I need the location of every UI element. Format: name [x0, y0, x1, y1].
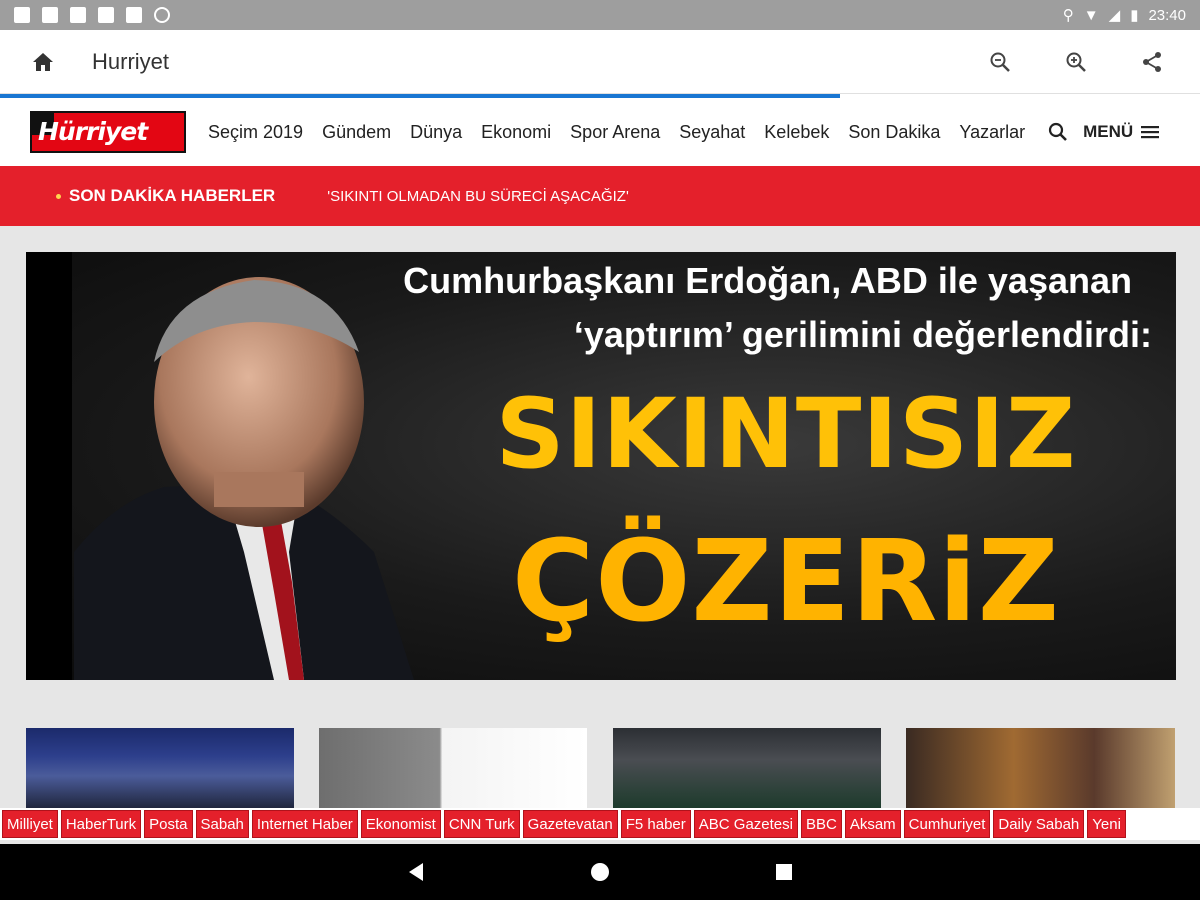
status-bar: ⚲ ▼ ◢ ▮ 23:40 [0, 0, 1200, 30]
source-f5-haber[interactable]: F5 haber [620, 810, 691, 838]
source-bbc[interactable]: BBC [800, 810, 842, 838]
news-thumbnail[interactable] [26, 728, 294, 808]
app-toolbar: Hurriyet [0, 30, 1200, 94]
status-right: ⚲ ▼ ◢ ▮ 23:40 [1063, 7, 1186, 24]
signal-icon: ◢ [1108, 6, 1121, 24]
site-search-button[interactable] [1047, 121, 1069, 143]
square-recents-icon [776, 864, 792, 880]
news-thumbnail[interactable] [906, 728, 1175, 808]
nav-item-gundem[interactable]: Gündem [322, 122, 391, 143]
breaking-headline[interactable]: 'SIKINTI OLMADAN BU SÜRECİ AŞACAĞIZ' [327, 188, 629, 205]
source-haberturk[interactable]: HaberTurk [60, 810, 142, 838]
recents-button[interactable] [772, 860, 796, 884]
site-header: Hürriyet Seçim 2019 Gündem Dünya Ekonomi… [0, 98, 1200, 166]
toolbar-actions [982, 44, 1170, 80]
zoom-in-icon [1066, 52, 1086, 72]
source-gazetevatan[interactable]: Gazetevatan [522, 810, 618, 838]
news-thumbnail[interactable] [613, 728, 881, 808]
share-icon [1143, 51, 1161, 72]
nav-item-kelebek[interactable]: Kelebek [764, 122, 829, 143]
source-sabah[interactable]: Sabah [195, 810, 249, 838]
news-thumbnail[interactable] [319, 728, 587, 808]
notification-icon [14, 7, 30, 23]
source-ekonomist[interactable]: Ekonomist [360, 810, 441, 838]
nav-item-dunya[interactable]: Dünya [410, 122, 462, 143]
home-button[interactable] [28, 47, 58, 77]
nav-item-yazarlar[interactable]: Yazarlar [959, 122, 1025, 143]
news-sources-bar: Milliyet HaberTurk Posta Sabah Internet … [0, 808, 1200, 840]
back-icon [409, 863, 423, 881]
bullet-icon [56, 193, 61, 199]
source-milliyet[interactable]: Milliyet [2, 810, 58, 838]
news-thumbnails [0, 728, 1200, 808]
breaking-news-bar: SON DAKİKA HABERLER 'SIKINTI OLMADAN BU … [0, 166, 1200, 226]
source-aksam[interactable]: Aksam [844, 810, 901, 838]
nav-item-secim[interactable]: Seçim 2019 [208, 122, 303, 143]
circle-home-icon [591, 863, 609, 881]
zoom-out-icon [990, 52, 1010, 72]
logo-text: Hürriyet [38, 117, 148, 146]
hamburger-icon [1141, 126, 1160, 139]
hero-big-text-2: ÇÖZERiZ [512, 517, 1060, 647]
menu-button[interactable]: MENÜ [1083, 122, 1160, 142]
notification-icon [42, 7, 58, 23]
site-nav: Seçim 2019 Gündem Dünya Ekonomi Spor Are… [208, 122, 1025, 143]
status-time: 23:40 [1148, 6, 1186, 24]
nav-item-son-dakika[interactable]: Son Dakika [848, 122, 940, 143]
hero-banner[interactable]: Cumhurbaşkanı Erdoğan, ABD ile yaşanan ‘… [26, 252, 1176, 680]
source-internet-haber[interactable]: Internet Haber [251, 810, 358, 838]
breaking-label: SON DAKİKA HABERLER [69, 186, 276, 205]
notification-icon [70, 7, 86, 23]
hero-headline-line1: Cumhurbaşkanı Erdoğan, ABD ile yaşanan [403, 260, 1132, 301]
source-posta[interactable]: Posta [144, 810, 193, 838]
source-cnn-turk[interactable]: CNN Turk [443, 810, 520, 838]
home-icon [33, 52, 53, 71]
source-yeni[interactable]: Yeni [1087, 810, 1126, 838]
nav-item-seyahat[interactable]: Seyahat [679, 122, 745, 143]
back-button[interactable] [404, 860, 428, 884]
app-title: Hurriyet [92, 48, 170, 74]
home-nav-button[interactable] [588, 860, 612, 884]
battery-icon: ▮ [1130, 6, 1139, 24]
app-frame: ⚲ ▼ ◢ ▮ 23:40 Hurriyet Hürriyet Seçim 20… [0, 0, 1200, 900]
circle-icon [154, 7, 170, 23]
zoom-out-button[interactable] [982, 44, 1018, 80]
system-nav-bar [0, 844, 1200, 900]
share-button[interactable] [1134, 44, 1170, 80]
search-icon [1049, 122, 1068, 141]
location-icon: ⚲ [1062, 6, 1074, 24]
sim-icon [126, 7, 142, 23]
source-cumhuriyet[interactable]: Cumhuriyet [903, 810, 991, 838]
wifi-icon: ▼ [1083, 6, 1099, 24]
hero-big-text-1: SIKINTISIZ [495, 378, 1077, 490]
source-abc-gazetesi[interactable]: ABC Gazetesi [693, 810, 798, 838]
status-left [14, 7, 170, 23]
zoom-in-button[interactable] [1058, 44, 1094, 80]
nav-item-ekonomi[interactable]: Ekonomi [481, 122, 551, 143]
menu-label: MENÜ [1083, 122, 1134, 141]
nav-item-spor-arena[interactable]: Spor Arena [570, 122, 660, 143]
hurriyet-logo[interactable]: Hürriyet [30, 111, 186, 153]
text-icon [98, 7, 114, 23]
source-daily-sabah[interactable]: Daily Sabah [993, 810, 1085, 838]
hero-headline-line2: ‘yaptırım’ gerilimini değerlendirdi: [573, 314, 1152, 355]
